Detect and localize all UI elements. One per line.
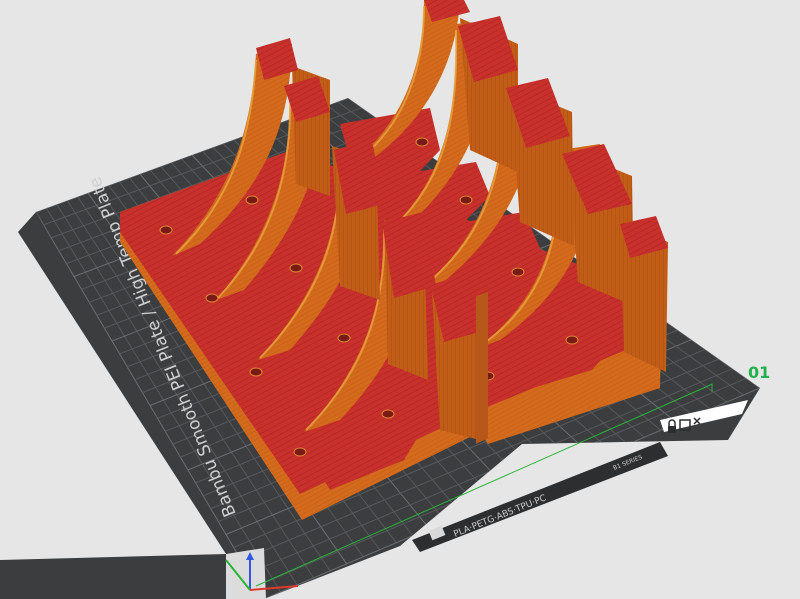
center-divider (476, 292, 488, 444)
3d-viewport[interactable]: PLA·PETG·ABS·TPU·PC B1 SERIES Bambu Smoo… (0, 0, 800, 599)
plate-number[interactable]: 01 (748, 363, 770, 382)
plate-materials-label: PLA·PETG·ABS·TPU·PC (452, 493, 547, 539)
plate-front-tab (226, 548, 266, 599)
